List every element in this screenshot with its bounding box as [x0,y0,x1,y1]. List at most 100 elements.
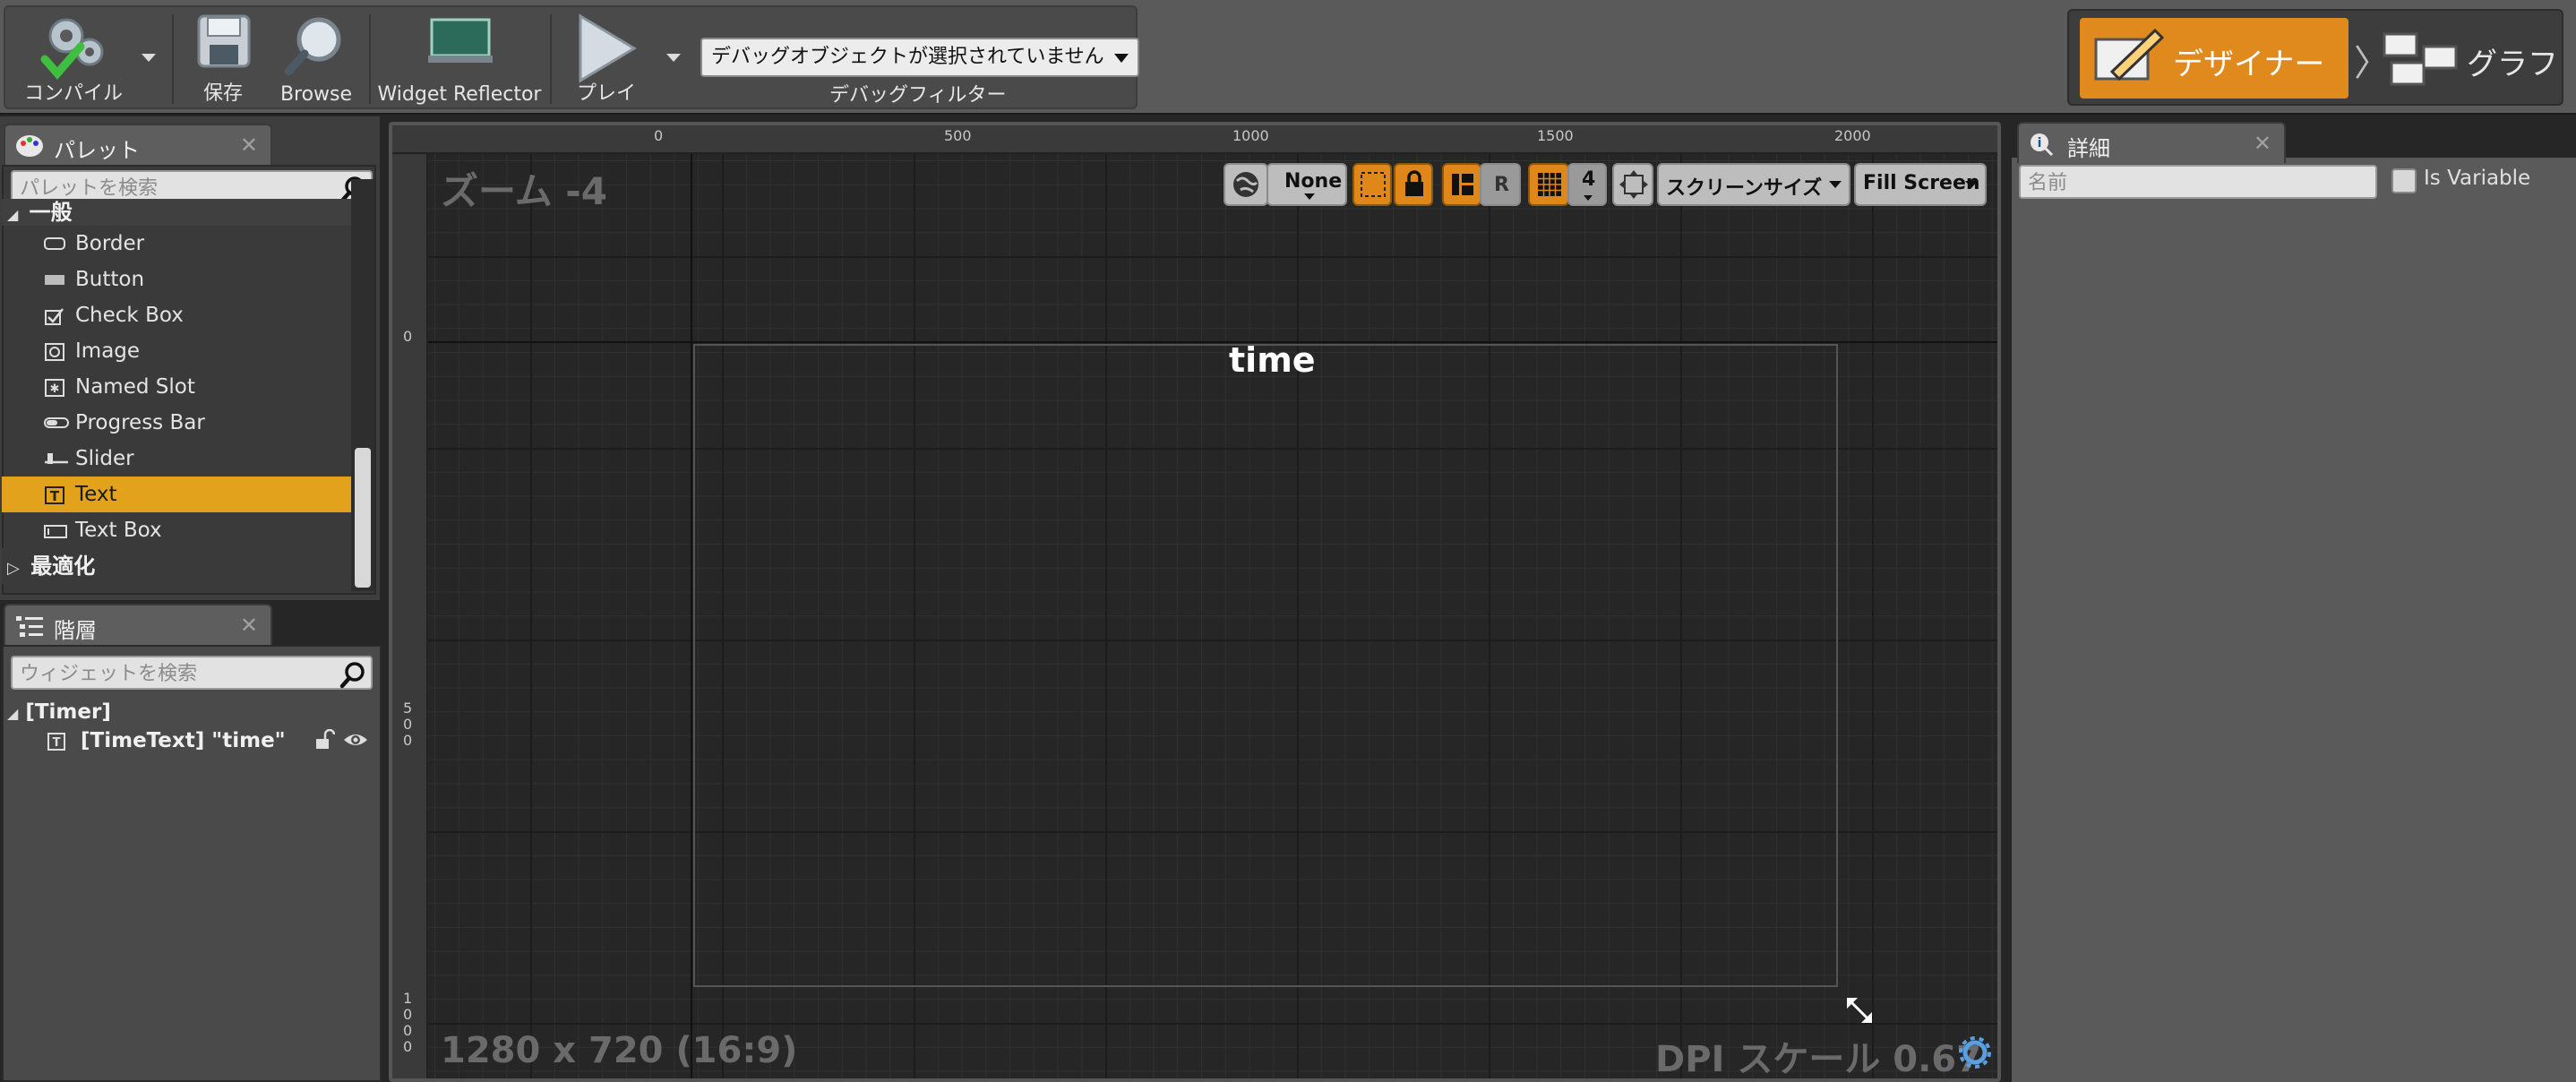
designer-canvas[interactable]: 0 500 1000 1500 2000 0 5 0 0 1 0 0 0 tim… [389,122,2001,1082]
palette-item-text-box[interactable]: Text Box [2,512,351,548]
resolution-label: 1280 x 720 (16:9) [441,1030,798,1071]
compile-button[interactable]: コンパイル [11,7,136,111]
debug-object-select[interactable]: デバッグオブジェクトが選択されていません [700,38,1139,77]
hierarchy-root[interactable]: ◢ [Timer] [7,700,111,724]
is-variable-label: Is Variable [2424,167,2531,190]
eye-icon[interactable] [342,729,369,751]
palette-category-general[interactable]: ◢ 一般 [2,199,351,226]
tab-hierarchy[interactable]: 階層 ✕ [4,604,272,645]
chevron-down-icon [1584,195,1593,201]
palette-scrollbar[interactable] [351,179,374,591]
horizontal-ruler: 0 500 1000 1500 2000 [392,125,1997,154]
border-icon [44,237,65,250]
progress-bar-icon [44,417,69,428]
widget-reflector-icon [428,18,493,63]
palette-item-text[interactable]: T Text [2,477,351,512]
browse-button[interactable]: Browse [267,7,365,111]
widget-name-field[interactable] [2019,165,2377,199]
hierarchy-search-input[interactable] [20,659,335,688]
designer-mode-button[interactable]: デザイナー [2080,18,2348,99]
show-outline-toggle[interactable] [1352,163,1392,206]
graph-mode-button[interactable]: グラフ [2379,18,2558,99]
widget-bounds-frame[interactable] [693,344,1838,987]
save-button[interactable]: 保存 [183,7,263,111]
play-options-dropdown[interactable] [666,54,681,62]
tab-palette[interactable]: パレット ✕ [4,124,272,165]
editor-mode-switch: デザイナー 〉 グラフ [2067,9,2563,106]
text-box-icon [44,525,67,538]
toolbar-group-main: コンパイル 保存 Browse Widget Reflector プレイ デバッ… [4,5,1139,111]
palette-list: ◢ 一般 Border Button Check Box Image ✱ Nam… [2,199,351,584]
widget-name-input[interactable] [2028,168,2368,197]
search-icon[interactable] [339,660,367,689]
r-toggle-button[interactable]: R [1480,163,1521,206]
named-slot-icon: ✱ [45,379,64,397]
respect-locks-toggle[interactable] [1442,163,1481,206]
hierarchy-root-label: [Timer] [25,700,111,724]
svg-text:✱: ✱ [50,382,60,396]
debug-object-value: デバッグオブジェクトが選択されていません [711,46,1104,68]
palette-item-label: Button [75,268,145,291]
compile-options-dropdown[interactable] [142,54,156,62]
close-icon[interactable]: ✕ [240,133,258,158]
ruler-tick-label: 1500 [1537,127,1574,144]
palette-item-slider[interactable]: Slider [2,441,351,477]
time-text-widget[interactable]: time [1229,340,1316,380]
chevron-down-icon [1965,181,1978,188]
lock-icon [1405,170,1423,196]
debug-filter-label: デバッグフィルター [829,84,1007,107]
fill-screen-select[interactable]: Fill Screen [1854,163,1987,206]
r-toggle-label: R [1494,174,1509,196]
save-label: 保存 [202,82,243,105]
is-variable-checkbox[interactable] [2391,168,2417,193]
close-icon[interactable]: ✕ [2254,131,2271,156]
dpi-settings-gear-icon[interactable] [1958,1035,1992,1069]
palette-item-image[interactable]: Image [2,333,351,369]
dashed-outline-icon [1361,172,1386,197]
toolbar-separator [550,14,552,104]
hierarchy-child-timetext[interactable]: T [TimeText] "time" [47,729,286,752]
lock-toggle[interactable] [1394,163,1433,206]
resize-mode-button[interactable] [1612,163,1653,206]
screen-size-select[interactable]: スクリーンサイズ [1657,163,1850,206]
palette-item-check-box[interactable]: Check Box [2,297,351,333]
designer-grid[interactable]: time [428,154,1997,1078]
palette-category-optimization[interactable]: ▷ 最適化 [2,548,351,584]
fill-screen-label: Fill Screen [1863,172,1980,194]
palette-item-label: Progress Bar [75,411,205,434]
close-icon[interactable]: ✕ [240,613,258,638]
culture-select[interactable]: None [1267,163,1347,206]
hierarchy-tab-label: 階層 [54,618,97,643]
palette-item-progress-bar[interactable]: Progress Bar [2,405,351,441]
tab-details[interactable]: i 詳細 ✕ [2017,122,2286,163]
hierarchy-child-label: [TimeText] "time" [81,729,286,752]
unlock-icon[interactable] [313,729,335,751]
localization-preview-button[interactable] [1224,163,1268,206]
grid-snap-toggle[interactable] [1528,163,1569,206]
palette-item-border[interactable]: Border [2,226,351,262]
palette-item-button[interactable]: Button [2,262,351,297]
details-tab-label: 詳細 [2067,136,2110,161]
category-general-label: 一般 [29,200,73,225]
grid-size-select[interactable]: 4 [1567,163,1607,206]
save-disk-icon [197,14,251,68]
resize-handle-icon[interactable] [1842,992,1877,1028]
widget-reflector-button[interactable]: Widget Reflector [376,7,543,111]
hierarchy-list-icon [16,616,43,637]
checkbox-icon [45,308,64,325]
svg-text:i: i [2038,136,2042,150]
palette-item-label: Slider [75,447,134,470]
chevron-down-icon [1829,181,1842,188]
browse-label: Browse [279,83,353,106]
chevron-down-icon [1114,54,1129,63]
dpi-scale-label: DPI スケール 0.67 [1655,1039,1981,1080]
hierarchy-search-field[interactable] [11,656,373,690]
play-button[interactable]: プレイ [557,7,656,111]
details-info-icon: i [2031,133,2054,157]
screen-size-label: スクリーンサイズ [1666,177,1823,200]
triangle-down-icon: ◢ [7,705,19,722]
scrollbar-thumb[interactable] [355,448,371,588]
palette-item-named-slot[interactable]: ✱ Named Slot [2,369,351,405]
ruler-tick-label: 500 [944,127,972,144]
browse-magnifier-icon [284,17,341,76]
